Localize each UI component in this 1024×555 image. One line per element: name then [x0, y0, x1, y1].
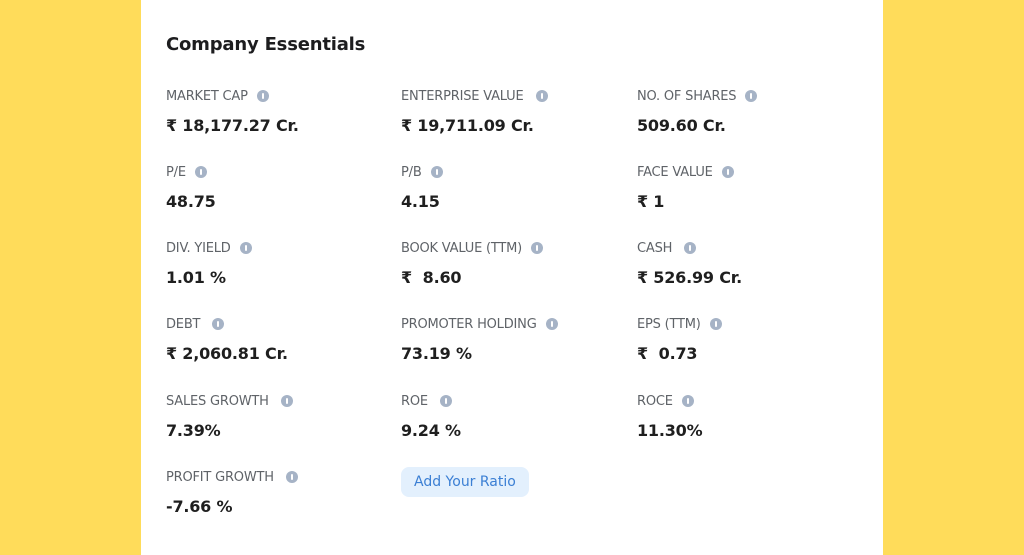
card-title: Company Essentials: [166, 34, 366, 55]
metric-promoter-holding: PROMOTER HOLDING 73.19 %: [401, 315, 631, 385]
info-icon[interactable]: [280, 395, 293, 407]
info-icon[interactable]: [285, 471, 298, 483]
metric-debt: DEBT ₹ 2,060.81 Cr.: [166, 315, 396, 385]
info-icon[interactable]: [212, 318, 225, 330]
metric-value: ₹ 19,711.09 Cr.: [401, 116, 534, 135]
metric-book-value: BOOK VALUE (TTM) ₹ 8.60: [401, 239, 631, 309]
metric-label: DEBT: [166, 316, 201, 332]
info-icon[interactable]: [439, 395, 452, 407]
metric-label: ROCE: [637, 393, 673, 409]
company-essentials-card: Company Essentials MARKET CAP ₹ 18,177.2…: [141, 0, 883, 555]
metric-market-cap: MARKET CAP ₹ 18,177.27 Cr.: [166, 87, 396, 157]
metric-profit-growth: PROFIT GROWTH -7.66 %: [166, 468, 396, 538]
metric-value: ₹ 18,177.27 Cr.: [166, 116, 299, 135]
metric-pb: P/B 4.15: [401, 163, 631, 233]
metric-value: ₹ 526.99 Cr.: [637, 268, 743, 287]
metric-cash: CASH ₹ 526.99 Cr.: [637, 239, 867, 309]
metric-label: DIV. YIELD: [166, 240, 231, 256]
metric-roce: ROCE 11.30%: [637, 392, 867, 462]
metric-value: 11.30%: [637, 421, 703, 440]
metric-value: ₹ 0.73: [637, 344, 698, 363]
metric-label: MARKET CAP: [166, 88, 248, 104]
metric-label: NO. OF SHARES: [637, 88, 737, 104]
metric-label: ENTERPRISE VALUE: [401, 88, 524, 104]
metric-value: 4.15: [401, 192, 440, 211]
info-icon[interactable]: [681, 395, 694, 407]
metric-face-value: FACE VALUE ₹ 1: [637, 163, 867, 233]
info-icon[interactable]: [721, 166, 734, 178]
metric-value: ₹ 2,060.81 Cr.: [166, 344, 288, 363]
metric-value: 48.75: [166, 192, 216, 211]
metric-enterprise-value: ENTERPRISE VALUE ₹ 19,711.09 Cr.: [401, 87, 631, 157]
metric-label: CASH: [637, 240, 673, 256]
metric-pe: P/E 48.75: [166, 163, 396, 233]
info-icon[interactable]: [535, 90, 548, 102]
info-icon[interactable]: [745, 90, 758, 102]
metric-value: 509.60 Cr.: [637, 116, 726, 135]
metric-label: PROMOTER HOLDING: [401, 316, 537, 332]
metric-label: P/E: [166, 164, 186, 180]
add-your-ratio-button[interactable]: Add Your Ratio: [401, 467, 529, 497]
metric-label: ROE: [401, 393, 428, 409]
metric-eps: EPS (TTM) ₹ 0.73: [637, 315, 867, 385]
info-icon[interactable]: [256, 90, 269, 102]
info-icon[interactable]: [545, 318, 558, 330]
info-icon[interactable]: [709, 318, 722, 330]
metric-value: 73.19 %: [401, 344, 472, 363]
metric-label: PROFIT GROWTH: [166, 469, 274, 485]
info-icon[interactable]: [684, 242, 697, 254]
info-icon[interactable]: [430, 166, 443, 178]
metric-label: P/B: [401, 164, 422, 180]
metric-label: BOOK VALUE (TTM): [401, 240, 523, 256]
metric-no-of-shares: NO. OF SHARES 509.60 Cr.: [637, 87, 867, 157]
metric-div-yield: DIV. YIELD 1.01 %: [166, 239, 396, 309]
info-icon[interactable]: [531, 242, 544, 254]
metric-label: SALES GROWTH: [166, 393, 269, 409]
metric-value: 9.24 %: [401, 421, 461, 440]
metric-sales-growth: SALES GROWTH 7.39%: [166, 392, 396, 462]
metric-label: FACE VALUE: [637, 164, 713, 180]
metric-value: ₹ 1: [637, 192, 665, 211]
metric-value: -7.66 %: [166, 497, 233, 516]
metric-value: 7.39%: [166, 421, 221, 440]
info-icon[interactable]: [194, 166, 207, 178]
metric-value: ₹ 8.60: [401, 268, 462, 287]
metric-value: 1.01 %: [166, 268, 226, 287]
info-icon[interactable]: [239, 242, 252, 254]
metric-label: EPS (TTM): [637, 316, 701, 332]
metric-roe: ROE 9.24 %: [401, 392, 631, 462]
